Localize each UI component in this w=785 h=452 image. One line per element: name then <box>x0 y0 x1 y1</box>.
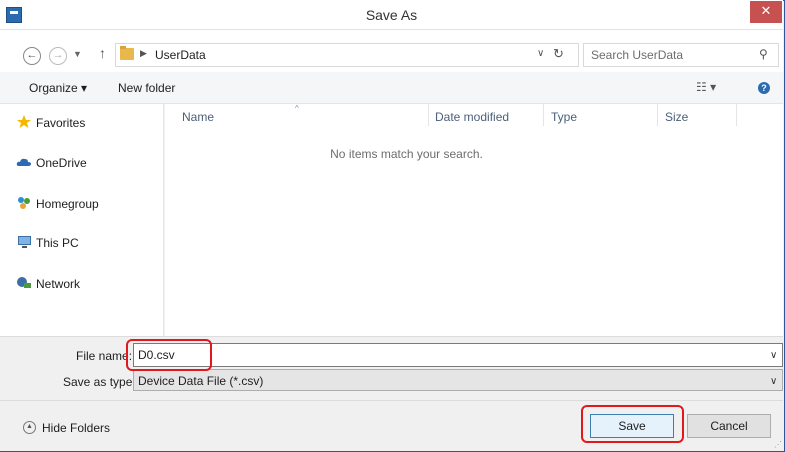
column-divider[interactable] <box>657 104 658 126</box>
column-divider[interactable] <box>543 104 544 126</box>
homegroup-icon <box>16 196 32 210</box>
column-header-name[interactable]: Name <box>182 110 214 124</box>
breadcrumb[interactable]: UserData <box>155 48 206 62</box>
search-icon[interactable]: ⚲ <box>759 47 768 61</box>
file-name-label: File name: <box>76 349 133 363</box>
column-header-size[interactable]: Size <box>665 110 688 124</box>
resize-grip-icon[interactable]: ⋰ <box>774 440 782 449</box>
save-type-dropdown-icon[interactable]: ∨ <box>770 376 777 387</box>
window-title: Save As <box>365 7 418 23</box>
nav-item-onedrive[interactable]: OneDrive <box>16 154 87 172</box>
nav-item-label: Homegroup <box>36 197 99 211</box>
nav-item-label: OneDrive <box>36 156 87 170</box>
file-name-dropdown-icon[interactable]: ∨ <box>770 350 777 361</box>
refresh-icon[interactable]: ↻ <box>553 46 564 62</box>
nav-item-label: Network <box>36 277 81 291</box>
help-icon[interactable]: ? <box>758 82 770 94</box>
nav-item-label: Favorites <box>36 116 86 130</box>
network-icon <box>16 276 32 290</box>
close-button[interactable]: ✕ <box>750 1 782 23</box>
up-arrow-icon[interactable]: ↑ <box>99 45 106 61</box>
save-type-value[interactable]: Device Data File (*.csv) <box>138 374 263 388</box>
save-button-highlight <box>581 405 684 443</box>
search-placeholder: Search UserData <box>591 48 684 62</box>
star-icon <box>16 115 32 129</box>
nav-item-favorites[interactable]: Favorites <box>16 114 85 132</box>
column-header-type[interactable]: Type <box>551 110 577 124</box>
save-type-label: Save as type: <box>63 375 136 389</box>
recent-locations-chevron-icon[interactable]: ▼ <box>73 49 82 59</box>
nav-item-this-pc[interactable]: This PC <box>16 234 79 252</box>
forward-button[interactable]: → <box>49 47 67 65</box>
computer-icon <box>16 235 32 249</box>
empty-message: No items match your search. <box>330 147 483 161</box>
nav-item-homegroup[interactable]: Homegroup <box>16 195 99 213</box>
address-dropdown-icon[interactable]: ∨ <box>537 48 544 59</box>
hide-folders-button[interactable]: Hide Folders <box>42 421 110 435</box>
file-name-input[interactable] <box>133 343 783 367</box>
sort-ascending-icon: ^ <box>295 104 299 113</box>
file-name-highlight <box>126 339 212 371</box>
cancel-button[interactable]: Cancel <box>687 414 771 438</box>
column-header-date-modified[interactable]: Date modified <box>435 110 509 124</box>
cloud-icon <box>16 155 32 169</box>
file-list[interactable] <box>165 104 783 336</box>
back-button[interactable]: ← <box>23 47 41 65</box>
organize-button[interactable]: Organize ▾ <box>29 81 87 95</box>
column-divider[interactable] <box>428 104 429 126</box>
new-folder-button[interactable]: New folder <box>118 81 175 95</box>
navigation-pane <box>0 104 164 336</box>
view-options-button[interactable]: ☷ ▾ <box>696 80 716 94</box>
breadcrumb-chevron-icon[interactable]: ▶ <box>140 48 147 59</box>
column-divider[interactable] <box>736 104 737 126</box>
nav-item-network[interactable]: Network <box>16 275 80 293</box>
nav-item-label: This PC <box>36 236 79 250</box>
folder-icon <box>120 46 134 60</box>
collapse-chevron-icon[interactable]: ▲ <box>23 421 36 434</box>
